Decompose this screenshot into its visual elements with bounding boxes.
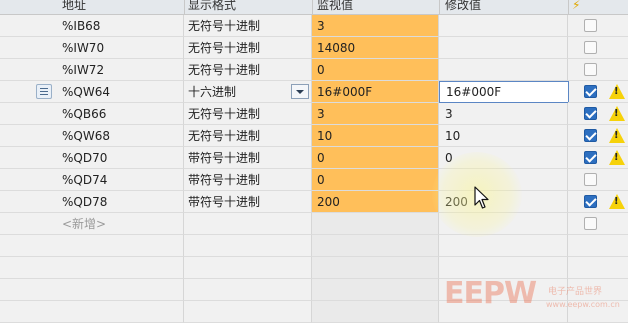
checkbox-cell: !: [568, 191, 628, 213]
row-gutter: [0, 59, 56, 81]
row-info-icon[interactable]: [36, 84, 52, 99]
warning-icon: !: [609, 150, 625, 165]
modify-checkbox[interactable]: [584, 107, 597, 120]
warning-icon: !: [609, 128, 625, 143]
new-row[interactable]: <新增>: [0, 213, 628, 235]
row-gutter: [0, 191, 56, 213]
table-row[interactable]: %IB68 无符号十进制 3: [0, 15, 628, 37]
address-cell[interactable]: %QD74: [56, 169, 184, 191]
row-gutter: [0, 147, 56, 169]
modify-value-cell[interactable]: [439, 59, 568, 81]
table-header: 地址 显示格式 监视值 修改值 ⚡: [0, 0, 628, 15]
checkbox-cell: !: [568, 103, 628, 125]
monitor-value-cell: 3: [312, 103, 439, 125]
new-row-address[interactable]: <新增>: [56, 213, 184, 235]
row-gutter: [0, 125, 56, 147]
format-cell[interactable]: 无符号十进制: [184, 103, 312, 125]
checkbox-cell: [568, 15, 628, 37]
row-gutter: [0, 213, 56, 235]
modify-checkbox[interactable]: [584, 151, 597, 164]
address-cell[interactable]: %QW68: [56, 125, 184, 147]
table-row[interactable]: %QW68 无符号十进制 10 10!: [0, 125, 628, 147]
monitor-value-cell: 3: [312, 15, 439, 37]
modify-value-cell[interactable]: 10: [439, 125, 568, 147]
monitor-value-cell: 0: [312, 59, 439, 81]
format-cell[interactable]: 无符号十进制: [184, 15, 312, 37]
row-gutter: [0, 15, 56, 37]
format-cell[interactable]: 带符号十进制: [184, 147, 312, 169]
modify-checkbox[interactable]: [584, 85, 597, 98]
header-modify-value[interactable]: 修改值: [445, 0, 481, 14]
modify-value-cell[interactable]: [439, 37, 568, 59]
table-row[interactable]: %IW72 无符号十进制 0: [0, 59, 628, 81]
checkbox-cell: !: [568, 125, 628, 147]
new-row-monitor-cell: [312, 213, 439, 235]
watermark-subtitle: 电子产品世界: [548, 287, 603, 297]
modify-value-cell[interactable]: [439, 15, 568, 37]
modify-value-cell[interactable]: 200: [439, 191, 568, 213]
modify-value-cell[interactable]: [439, 169, 568, 191]
checkbox-cell: !: [568, 81, 628, 103]
new-row-format-cell: [184, 213, 312, 235]
format-cell[interactable]: 无符号十进制: [184, 37, 312, 59]
warning-icon: !: [609, 194, 625, 209]
checkbox-cell: [568, 169, 628, 191]
checkbox-cell: [568, 37, 628, 59]
mouse-pointer-icon: [474, 186, 489, 209]
monitor-value-cell: 14080: [312, 37, 439, 59]
table-row[interactable]: %QD70 带符号十进制 0 0!: [0, 147, 628, 169]
monitor-value-cell: 0: [312, 169, 439, 191]
monitor-value-cell: 16#000F: [312, 81, 439, 103]
table-row[interactable]: %QD78 带符号十进制 200 200!: [0, 191, 628, 213]
address-cell[interactable]: %QB66: [56, 103, 184, 125]
monitor-value-cell: 200: [312, 191, 439, 213]
modify-checkbox[interactable]: [584, 217, 597, 230]
address-cell[interactable]: %IW70: [56, 37, 184, 59]
monitor-value-cell: 10: [312, 125, 439, 147]
modify-value-input[interactable]: 16#000F: [439, 81, 569, 103]
empty-row: [0, 235, 628, 257]
modify-checkbox[interactable]: [584, 41, 597, 54]
row-gutter: [0, 37, 56, 59]
row-gutter: [0, 81, 56, 103]
header-display-format[interactable]: 显示格式: [188, 0, 236, 14]
address-cell[interactable]: %IW72: [56, 59, 184, 81]
table-row[interactable]: %QD74 带符号十进制 0: [0, 169, 628, 191]
table-row[interactable]: %QB66 无符号十进制 3 3!: [0, 103, 628, 125]
lightning-icon[interactable]: ⚡: [572, 0, 580, 12]
format-cell[interactable]: 无符号十进制: [184, 59, 312, 81]
modify-checkbox[interactable]: [584, 129, 597, 142]
row-gutter: [0, 169, 56, 191]
checkbox-cell: [568, 59, 628, 81]
watermark-url: www.eepw.com.cn: [546, 300, 620, 309]
modify-value-cell[interactable]: 0: [439, 147, 568, 169]
format-dropdown-button[interactable]: [291, 84, 309, 99]
modify-checkbox[interactable]: [584, 173, 597, 186]
table-row[interactable]: %QW64 十六进制 16#000F 16#000F!: [0, 81, 628, 103]
modify-checkbox[interactable]: [584, 19, 597, 32]
format-cell[interactable]: 无符号十进制: [184, 125, 312, 147]
header-monitor-value[interactable]: 监视值: [317, 0, 353, 14]
warning-icon: !: [609, 106, 625, 121]
table-row[interactable]: %IW70 无符号十进制 14080: [0, 37, 628, 59]
modify-value-cell[interactable]: 3: [439, 103, 568, 125]
address-cell[interactable]: %IB68: [56, 15, 184, 37]
warning-icon: !: [609, 84, 625, 99]
new-row-modify-cell[interactable]: [439, 213, 568, 235]
header-address[interactable]: 地址: [62, 0, 86, 14]
monitor-value-cell: 0: [312, 147, 439, 169]
format-cell[interactable]: 带符号十进制: [184, 169, 312, 191]
format-cell[interactable]: 带符号十进制: [184, 191, 312, 213]
address-cell[interactable]: %QD70: [56, 147, 184, 169]
address-cell[interactable]: %QW64: [56, 81, 184, 103]
new-row-checkbox-cell: [568, 213, 628, 235]
modify-checkbox[interactable]: [584, 195, 597, 208]
eepw-watermark-logo: EEPW: [444, 276, 537, 311]
row-gutter: [0, 103, 56, 125]
modify-checkbox[interactable]: [584, 63, 597, 76]
checkbox-cell: !: [568, 147, 628, 169]
address-cell[interactable]: %QD78: [56, 191, 184, 213]
